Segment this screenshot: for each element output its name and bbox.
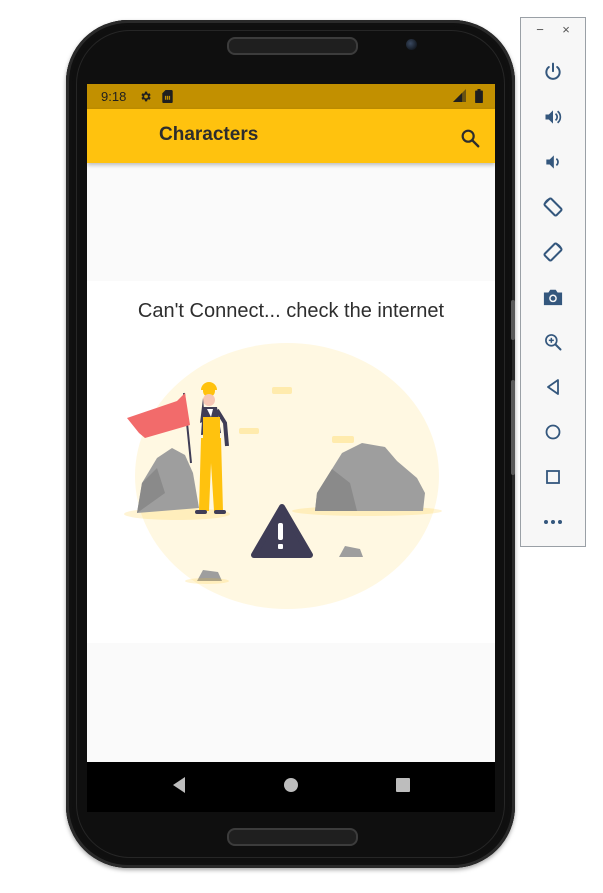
volume-up-button[interactable]	[541, 105, 565, 129]
side-volume-button[interactable]	[511, 380, 515, 475]
device-screen: 9:18 Characters Can't Connect... check t…	[87, 84, 495, 812]
emulator-stage: 9:18 Characters Can't Connect... check t…	[0, 0, 603, 893]
overview-button[interactable]	[541, 465, 565, 489]
emulator-toolbar: − ×	[520, 17, 586, 547]
power-button[interactable]	[541, 60, 565, 84]
screenshot-button[interactable]	[541, 285, 565, 309]
zoom-icon	[545, 334, 562, 351]
status-right-icons	[453, 89, 483, 103]
error-message: Can't Connect... check the internet	[137, 300, 445, 322]
zoom-button[interactable]	[541, 330, 565, 354]
back-icon	[547, 379, 559, 395]
error-card: Can't Connect... check the internet	[87, 281, 495, 643]
sim-card-icon	[161, 90, 173, 103]
side-power-button[interactable]	[511, 300, 515, 340]
page-title: Characters	[159, 124, 259, 145]
power-icon	[545, 62, 561, 80]
more-button[interactable]	[541, 510, 565, 534]
home-icon	[545, 424, 561, 440]
nav-back-button[interactable]	[171, 776, 187, 799]
home-button[interactable]	[541, 420, 565, 444]
worker-with-flag-and-warning-illustration	[124, 343, 442, 609]
back-icon	[173, 777, 185, 793]
top-speaker	[227, 37, 358, 55]
nav-home-button[interactable]	[283, 776, 299, 799]
overview-icon	[546, 470, 560, 484]
close-button[interactable]: ×	[559, 23, 573, 37]
home-icon	[284, 778, 298, 792]
camera-icon	[543, 289, 563, 306]
recents-icon	[396, 778, 410, 792]
status-left-icons	[139, 90, 173, 103]
search-button[interactable]	[459, 127, 481, 149]
bottom-speaker	[227, 828, 358, 846]
status-bar: 9:18	[87, 84, 495, 109]
system-nav-bar	[87, 762, 495, 812]
volume-down-button[interactable]	[541, 150, 565, 174]
nav-recents-button[interactable]	[395, 776, 411, 799]
battery-icon	[475, 89, 483, 103]
rotate-right-button[interactable]	[541, 240, 565, 264]
signal-icon	[453, 89, 467, 102]
volume-up-icon	[545, 110, 562, 124]
volume-down-icon	[546, 155, 559, 169]
status-time: 9:18	[101, 89, 127, 104]
front-camera	[406, 39, 417, 50]
rotate-right-icon	[543, 242, 563, 262]
minimize-button[interactable]: −	[533, 23, 547, 37]
back-button[interactable]	[541, 375, 565, 399]
rotate-left-button[interactable]	[541, 195, 565, 219]
app-bar: Characters	[87, 109, 495, 163]
settings-icon	[141, 91, 151, 102]
search-icon	[461, 129, 480, 148]
more-icon	[544, 520, 562, 524]
rotate-left-icon	[543, 197, 563, 217]
